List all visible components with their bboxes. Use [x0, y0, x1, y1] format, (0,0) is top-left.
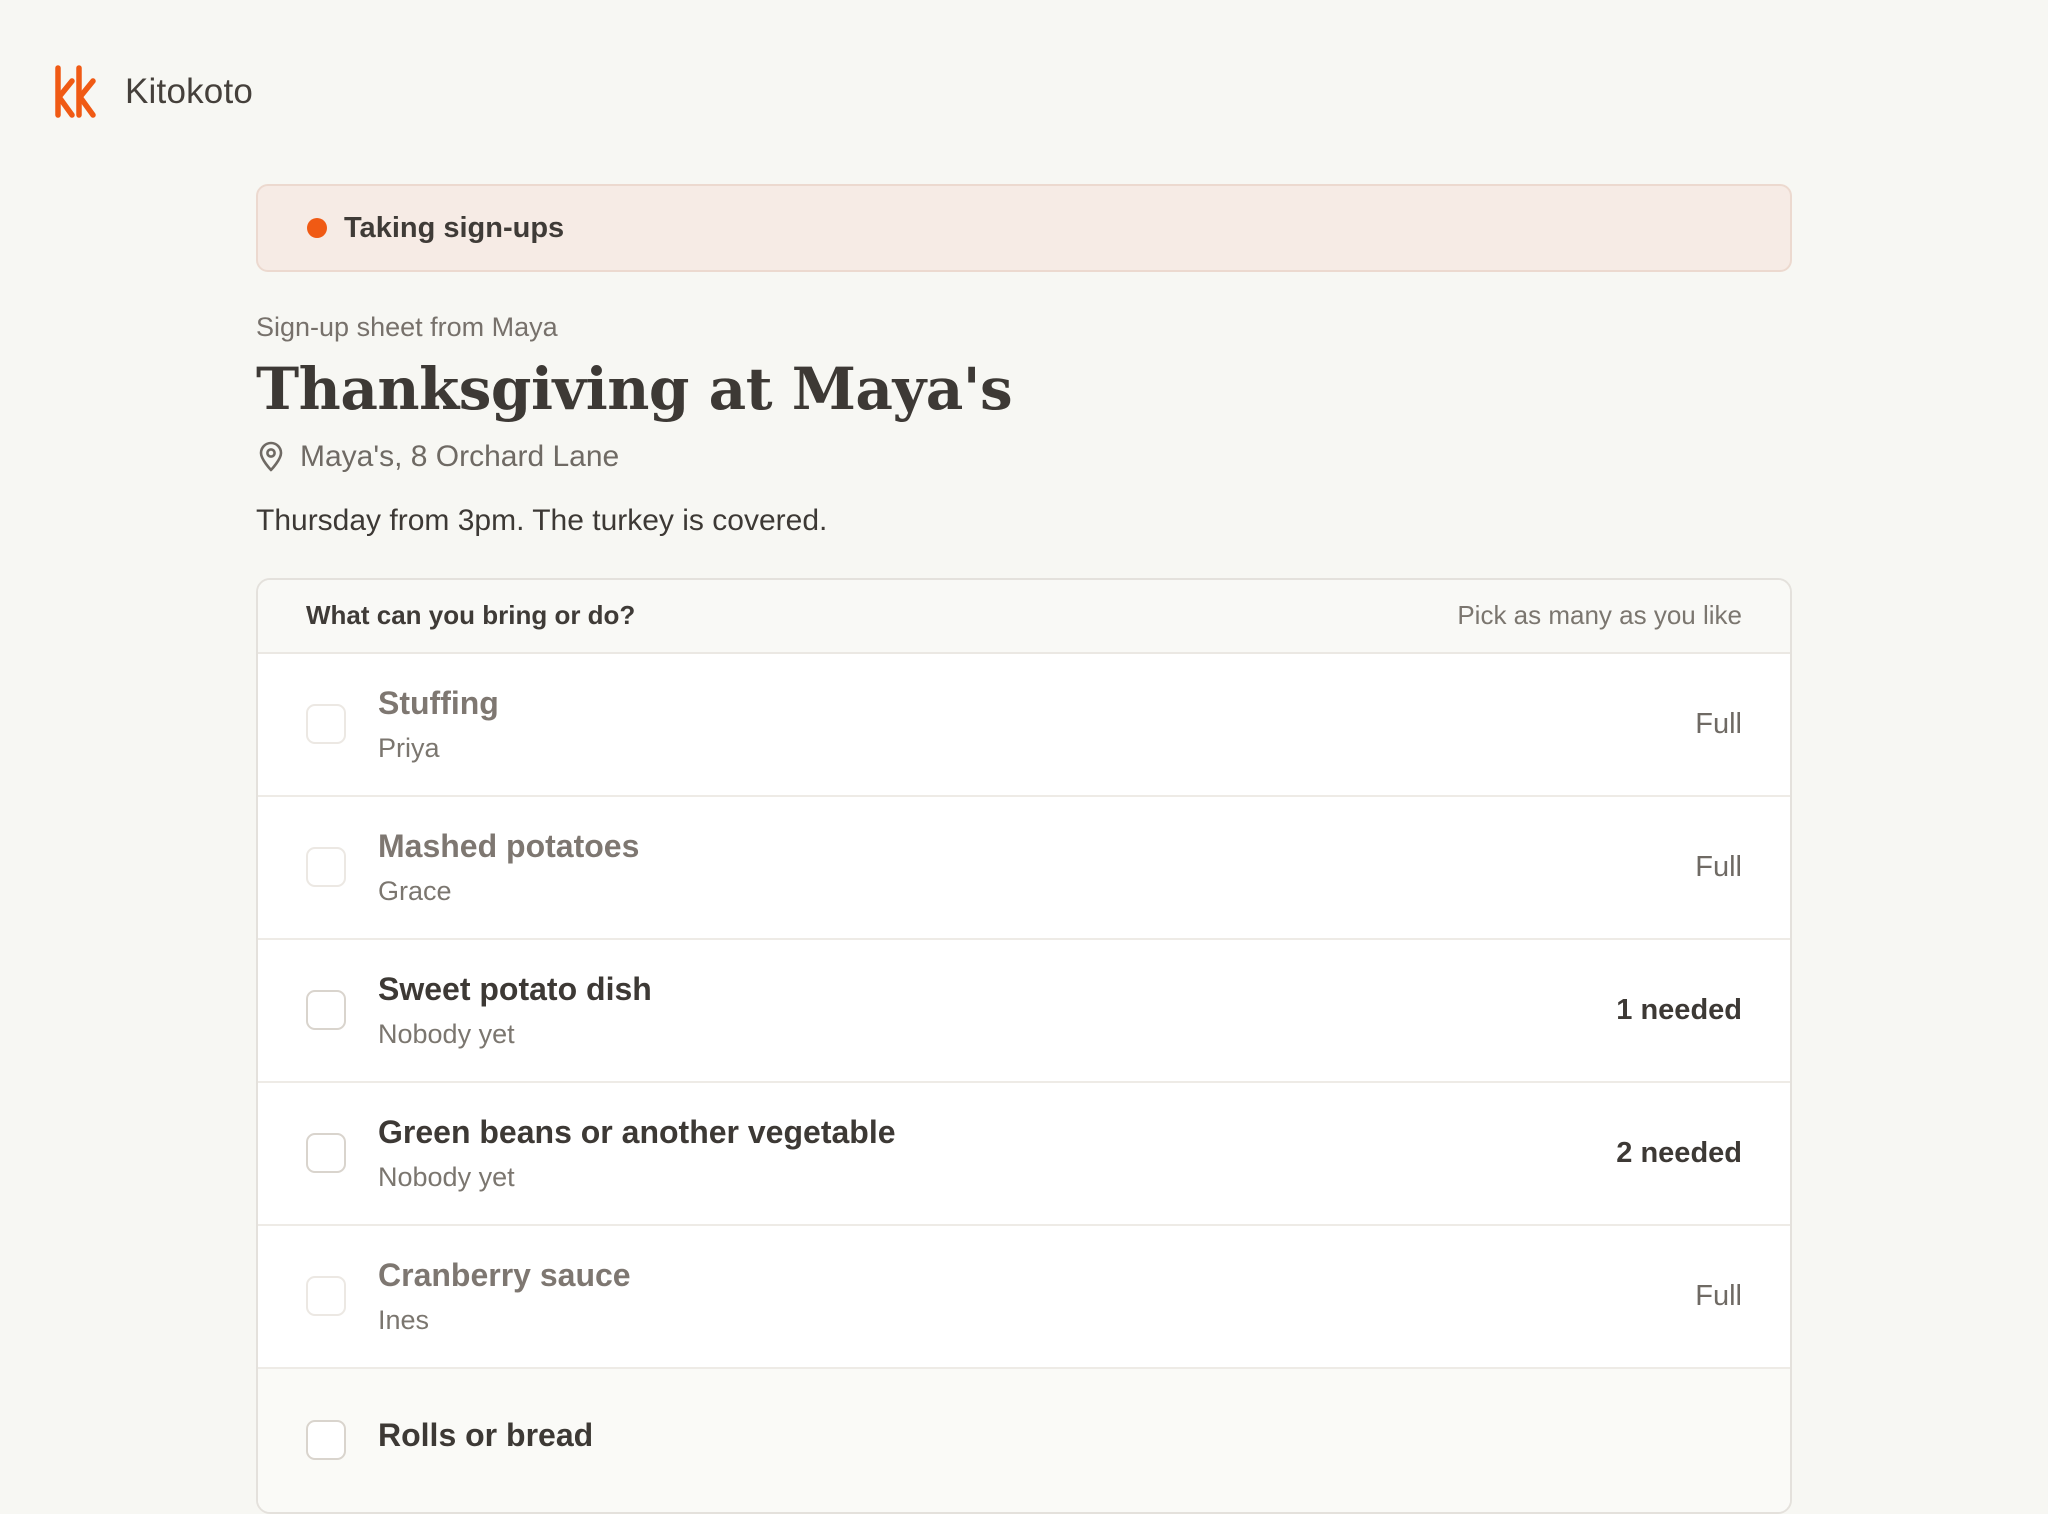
item-checkbox[interactable] [306, 1276, 346, 1317]
item-text: Mashed potatoes Grace [378, 827, 1695, 908]
item-status: 2 needed [1616, 1136, 1742, 1169]
event-location: Maya's, 8 Orchard Lane [256, 440, 1792, 474]
item-checkbox[interactable] [306, 847, 346, 888]
item-checkbox[interactable] [306, 1133, 346, 1174]
item-checkbox[interactable] [306, 704, 346, 745]
item-checkbox[interactable] [306, 990, 346, 1031]
item-text: Rolls or bread [378, 1416, 1742, 1464]
item-text: Cranberry sauce Ines [378, 1256, 1695, 1337]
list-question: What can you bring or do? [306, 600, 636, 631]
brand-name[interactable]: Kitokoto [125, 72, 253, 112]
item-assignee: Ines [378, 1305, 430, 1336]
item-assignee: Nobody yet [378, 1019, 515, 1050]
item-assignee: Priya [378, 733, 440, 764]
item-status: Full [1695, 707, 1742, 740]
list-hint: Pick as many as you like [1457, 600, 1742, 631]
item-name: Green beans or another vegetable [378, 1114, 896, 1151]
item-name: Stuffing [378, 685, 499, 722]
signup-item-mashed-potatoes[interactable]: Mashed potatoes Grace Full [258, 797, 1790, 940]
sheet-owner-label: Sign-up sheet from Maya [256, 312, 558, 342]
signup-item-sweet-potato-dish[interactable]: Sweet potato dish Nobody yet 1 needed [258, 940, 1790, 1083]
item-assignee: Grace [378, 876, 452, 907]
item-name: Cranberry sauce [378, 1257, 631, 1294]
signup-item-stuffing[interactable]: Stuffing Priya Full [258, 654, 1790, 797]
status-dot [307, 218, 327, 238]
item-checkbox[interactable] [306, 1420, 346, 1461]
page-title: Thanksgiving at Maya's [256, 355, 1013, 423]
status-label: Taking sign-ups [344, 211, 565, 244]
item-text: Green beans or another vegetable Nobody … [378, 1113, 1616, 1194]
item-text: Sweet potato dish Nobody yet [378, 970, 1616, 1051]
signup-list: What can you bring or do? Pick as many a… [256, 577, 1792, 1514]
item-name: Rolls or bread [378, 1417, 594, 1454]
item-status: 1 needed [1616, 993, 1742, 1026]
signup-item-cranberry-sauce[interactable]: Cranberry sauce Ines Full [258, 1226, 1790, 1369]
item-assignee: Nobody yet [378, 1162, 515, 1193]
item-name: Sweet potato dish [378, 971, 652, 1008]
kk-logo-icon[interactable] [53, 65, 99, 119]
item-name: Mashed potatoes [378, 828, 640, 865]
map-pin-icon [259, 441, 283, 472]
event-description: Thursday from 3pm. The turkey is covered… [256, 503, 828, 537]
main-content: Taking sign-ups Sign-up sheet from Maya … [256, 184, 1792, 1514]
item-status: Full [1695, 1279, 1742, 1312]
location-text: Maya's, 8 Orchard Lane [300, 439, 620, 473]
signup-item-rolls-or-bread[interactable]: Rolls or bread [258, 1368, 1790, 1512]
list-header: What can you bring or do? Pick as many a… [258, 579, 1790, 654]
top-bar: Kitokoto [53, 64, 253, 120]
item-text: Stuffing Priya [378, 684, 1695, 765]
signup-item-green-beans[interactable]: Green beans or another vegetable Nobody … [258, 1083, 1790, 1226]
item-status: Full [1695, 850, 1742, 883]
status-banner: Taking sign-ups [256, 184, 1792, 272]
